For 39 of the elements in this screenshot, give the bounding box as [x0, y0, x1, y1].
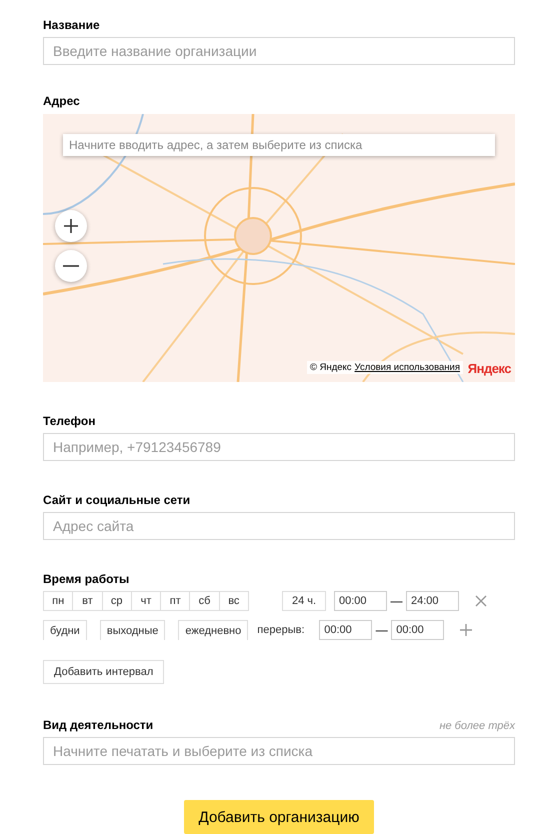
- day-button[interactable]: сб: [189, 591, 219, 611]
- day-button[interactable]: чт: [130, 591, 160, 611]
- copyright-text: © Яндекс: [310, 362, 352, 373]
- day-button[interactable]: пт: [160, 591, 190, 611]
- time-field[interactable]: 00:00: [391, 620, 444, 640]
- time-field[interactable]: 00:00: [319, 620, 372, 640]
- range-dash: —: [390, 594, 404, 608]
- field-label: Телефон: [43, 414, 96, 428]
- preset-button[interactable]: будни: [43, 620, 87, 640]
- field-label: Время работы: [43, 572, 130, 586]
- minus-icon: [63, 265, 79, 267]
- map-logo: Яндекс: [468, 361, 511, 376]
- close-icon[interactable]: [475, 595, 487, 607]
- preset-button[interactable]: выходные: [100, 620, 166, 640]
- time-field[interactable]: 24:00: [406, 591, 459, 611]
- address-search-field[interactable]: Начните вводить адрес, а затем выберите из списка: [63, 134, 495, 156]
- day-button[interactable]: вт: [72, 591, 102, 611]
- field-label: Название: [43, 18, 100, 32]
- day-button[interactable]: ср: [102, 591, 131, 611]
- field-hint: не более трёх: [439, 720, 515, 732]
- break-label: перерыв:: [257, 624, 306, 636]
- input-field[interactable]: Начните печатать и выберите из списка: [43, 737, 515, 765]
- all-day-button[interactable]: 24 ч.: [282, 591, 326, 611]
- plus-icon[interactable]: [460, 624, 472, 636]
- day-button[interactable]: пн: [43, 591, 72, 611]
- field-label: Адрес: [43, 94, 81, 108]
- add-organization-button[interactable]: Добавить организацию: [184, 800, 374, 834]
- field-label: Сайт и социальные сети: [43, 493, 190, 507]
- input-field[interactable]: Введите название организации: [43, 37, 515, 65]
- range-dash: —: [374, 623, 389, 637]
- input-field[interactable]: Например, +79123456789: [43, 433, 515, 461]
- day-button[interactable]: вс: [218, 591, 249, 611]
- input-field[interactable]: Адрес сайта: [43, 512, 515, 540]
- field-label: Вид деятельности: [43, 718, 154, 732]
- plus-icon: [63, 218, 79, 234]
- preset-button[interactable]: ежедневно: [178, 620, 248, 640]
- terms-link[interactable]: Условия использования: [354, 362, 460, 373]
- add-interval-button[interactable]: Добавить интервал: [43, 660, 164, 684]
- time-field[interactable]: 00:00: [334, 591, 387, 611]
